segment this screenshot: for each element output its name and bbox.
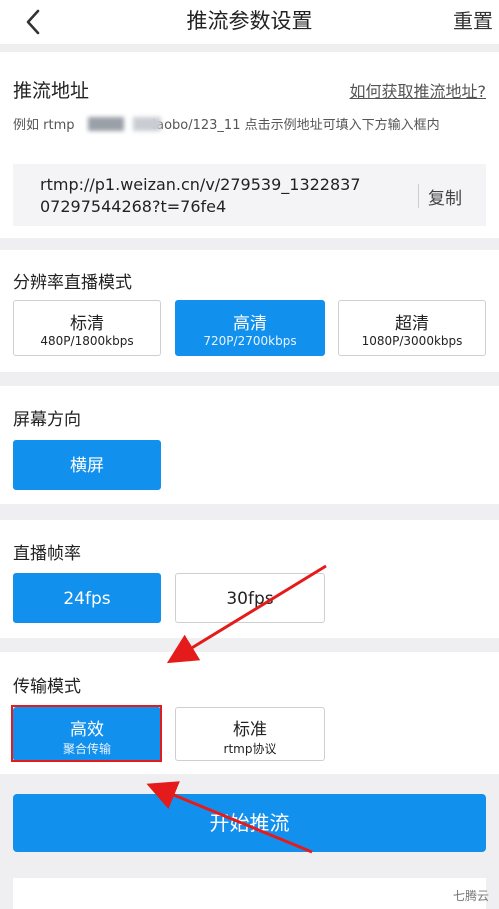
how-to-get-url-link[interactable]: 如何获取推流地址?	[350, 78, 487, 102]
fps-30-option[interactable]: 30fps	[175, 573, 325, 623]
option-title: 标清	[70, 314, 104, 334]
option-title: 超清	[395, 314, 429, 334]
example-url-hint[interactable]: 例如 rtmp laobo/123_11 点击示例地址可填入下方输入框内	[13, 116, 453, 135]
option-title: 标准	[233, 720, 267, 740]
example-prefix: 例如 rtmp	[13, 118, 75, 133]
option-subtitle: 1080P/3000kbps	[361, 334, 463, 348]
option-title: 30fps	[226, 589, 274, 609]
orientation-label: 屏幕方向	[13, 410, 81, 430]
push-url-value: rtmp://p1.weizan.cn/v/279539_13228370729…	[40, 175, 361, 216]
bottom-bar	[13, 878, 486, 909]
fps-24-option[interactable]: 24fps	[13, 573, 161, 623]
divider	[418, 184, 419, 208]
landscape-option[interactable]: 横屏	[13, 440, 161, 490]
transfer-label: 传输模式	[13, 677, 81, 697]
resolution-hd-option[interactable]: 高清 720P/2700kbps	[175, 300, 325, 356]
option-subtitle: 720P/2700kbps	[203, 334, 297, 348]
option-title: 24fps	[63, 589, 111, 609]
redacted-block	[88, 117, 124, 131]
resolution-sd-option[interactable]: 标清 480P/1800kbps	[13, 300, 161, 356]
annotation-highlight-box	[11, 705, 162, 762]
top-bar: 推流参数设置 重置	[0, 0, 499, 44]
option-title: 高清	[233, 314, 267, 334]
copy-button[interactable]: 复制	[428, 184, 462, 209]
option-title: 横屏	[70, 456, 104, 476]
start-streaming-button[interactable]: 开始推流	[13, 794, 486, 852]
redacted-block	[133, 117, 161, 131]
page-title: 推流参数设置	[186, 9, 313, 33]
option-subtitle: 480P/1800kbps	[40, 334, 134, 348]
example-suffix: laobo/123_11 点击示例地址可填入下方输入框内	[152, 118, 440, 133]
reset-button[interactable]: 重置	[453, 6, 493, 36]
push-url-title: 推流地址	[13, 80, 90, 102]
framerate-label: 直播帧率	[13, 544, 81, 564]
watermark: 七腾云	[452, 889, 489, 903]
resolution-label: 分辨率直播模式	[13, 273, 132, 293]
resolution-uhd-option[interactable]: 超清 1080P/3000kbps	[338, 300, 486, 356]
transfer-standard-option[interactable]: 标准 rtmp协议	[175, 707, 325, 761]
option-subtitle: rtmp协议	[223, 742, 277, 756]
